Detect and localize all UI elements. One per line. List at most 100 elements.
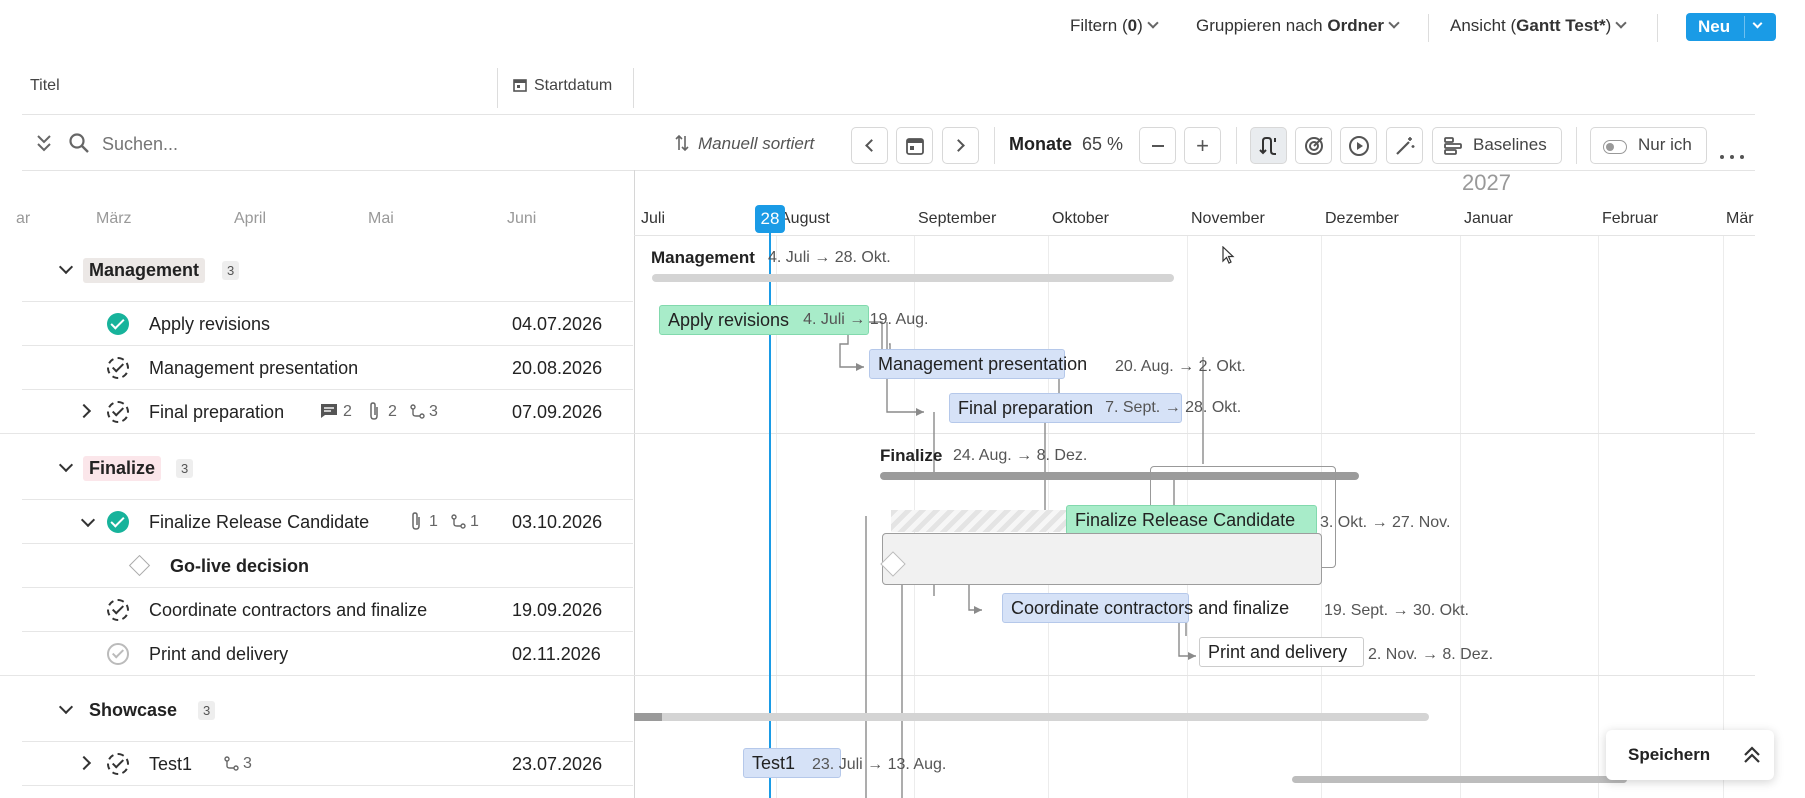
search-input[interactable] [100,130,340,158]
group-label-showcase[interactable]: Showcase [83,698,183,723]
horizontal-scrollbar[interactable] [1292,776,1627,783]
row-divider [22,785,633,786]
task-title[interactable]: Finalize Release Candidate [149,512,369,533]
column-startdate[interactable]: Startdatum [534,77,612,95]
group-by-menu[interactable]: Gruppieren nach Ordner [1196,16,1400,36]
zoom-out-button[interactable] [1139,127,1176,164]
gantt-bar[interactable]: Apply revisions 4. Juli → 19. Aug. [659,305,928,335]
sort-label[interactable]: Manuell sortiert [698,134,814,154]
month-label: September [918,210,997,227]
collapse-up-icon[interactable] [1743,745,1761,765]
view-close: ) [1605,16,1612,35]
divider [1428,14,1429,42]
group-label: Gruppieren nach [1196,16,1323,35]
task-title[interactable]: Management presentation [149,358,358,379]
divider [497,68,498,108]
group-label-finalize[interactable]: Finalize [83,456,162,481]
only-me-label: Nur ich [1638,135,1692,154]
check-open-icon[interactable] [107,599,129,621]
check-light-icon[interactable] [107,643,129,665]
dependencies-button[interactable] [1250,127,1287,164]
chevron-down-icon[interactable] [58,457,74,473]
check-open-icon[interactable] [107,357,129,379]
gantt-bar[interactable]: Coordinate contractors and finalize [1002,593,1289,623]
month-label: April [234,210,267,227]
attachment-icon [412,512,420,530]
group-count: 3 [222,261,240,280]
collapse-all-icon[interactable] [36,133,52,155]
chevron-right-icon[interactable] [76,403,92,419]
chevron-down-icon[interactable] [58,699,74,715]
zoom-value: 65 % [1082,134,1124,154]
next-button[interactable] [942,127,979,164]
filter-menu[interactable]: Filtern (0) [1070,16,1159,36]
mouse-cursor-icon [1222,246,1235,264]
check-open-icon[interactable] [107,753,129,775]
auto-schedule-button[interactable] [1386,127,1423,164]
milestone-icon[interactable] [128,554,151,577]
chevron-down-icon[interactable] [58,259,74,275]
prev-button[interactable] [851,127,888,164]
task-title[interactable]: Test1 [149,754,192,775]
subtask-count: 1 [470,513,479,530]
zoom-unit[interactable]: Monate [1009,134,1072,155]
critical-path-button[interactable] [1295,127,1332,164]
gantt-bar-label: Coordinate contractors and finalize [1011,597,1290,618]
month-label: November [1191,210,1265,227]
task-date[interactable]: 07.09.2026 [512,402,602,423]
chevron-down-icon[interactable] [80,512,96,528]
gantt-bar[interactable]: Print and delivery [1199,637,1364,667]
month-label: Oktober [1052,210,1109,227]
column-title[interactable]: Titel [30,77,60,95]
month-label: Januar [1464,210,1513,227]
task-date[interactable]: 23.07.2026 [512,754,602,775]
gantt-bar[interactable]: Finalize Release Candidate [1066,505,1317,535]
chevron-down-icon [1147,17,1159,29]
minus-icon [1151,144,1164,147]
check-done-icon[interactable] [107,313,129,335]
baselines-button[interactable]: Baselines [1432,127,1562,164]
chevron-down-icon[interactable] [1752,18,1763,29]
new-button[interactable]: Neu [1686,13,1776,41]
month-label: Mai [368,210,394,227]
only-me-toggle[interactable]: Nur ich [1590,127,1707,164]
row-divider [22,301,633,302]
task-date[interactable]: 04.07.2026 [512,314,602,335]
gantt-bar[interactable]: Final preparation 7. Sept. → 28. Okt. [949,393,1241,423]
chevron-left-icon [865,139,878,152]
today-button[interactable] [896,127,933,164]
check-done-icon[interactable] [107,511,129,533]
play-icon [1348,135,1369,156]
month-label: Dezember [1325,210,1399,227]
subtask-count: 3 [243,755,252,772]
task-title[interactable]: Final preparation [149,402,284,423]
task-title[interactable]: Coordinate contractors and finalize [149,600,427,621]
dependencies-icon [1258,136,1276,155]
task-date[interactable]: 03.10.2026 [512,512,602,533]
play-button[interactable] [1340,127,1377,164]
gantt-bar[interactable]: Management presentation [869,349,1087,379]
group-label-management[interactable]: Management [83,258,206,283]
task-date[interactable]: 20.08.2026 [512,358,602,379]
check-open-icon[interactable] [107,401,129,423]
task-date[interactable]: 02.11.2026 [512,644,601,665]
view-menu[interactable]: Ansicht (Gantt Test*) [1450,16,1627,36]
task-title[interactable]: Go-live decision [170,556,309,577]
save-button[interactable]: Speichern [1628,745,1710,765]
zoom-in-button[interactable]: + [1184,127,1221,164]
subtask-icon [410,404,425,419]
group-summary-bar[interactable] [634,713,1429,721]
task-title[interactable]: Apply revisions [149,314,270,335]
gantt-bar-dates: 19. Sept. → 30. Okt. [1324,602,1469,619]
divider [1236,127,1237,164]
more-options-icon[interactable] [1720,143,1744,159]
view-value: Gantt Test* [1516,16,1606,35]
task-date[interactable]: 19.09.2026 [512,600,602,621]
gantt-bar-dates: 3. Okt. → 27. Nov. [1320,514,1451,531]
chevron-right-icon[interactable] [76,755,92,771]
row-divider [22,499,633,500]
row-divider [22,389,633,390]
task-title[interactable]: Print and delivery [149,644,288,665]
comment-icon [321,404,337,418]
target-icon [1304,136,1323,155]
